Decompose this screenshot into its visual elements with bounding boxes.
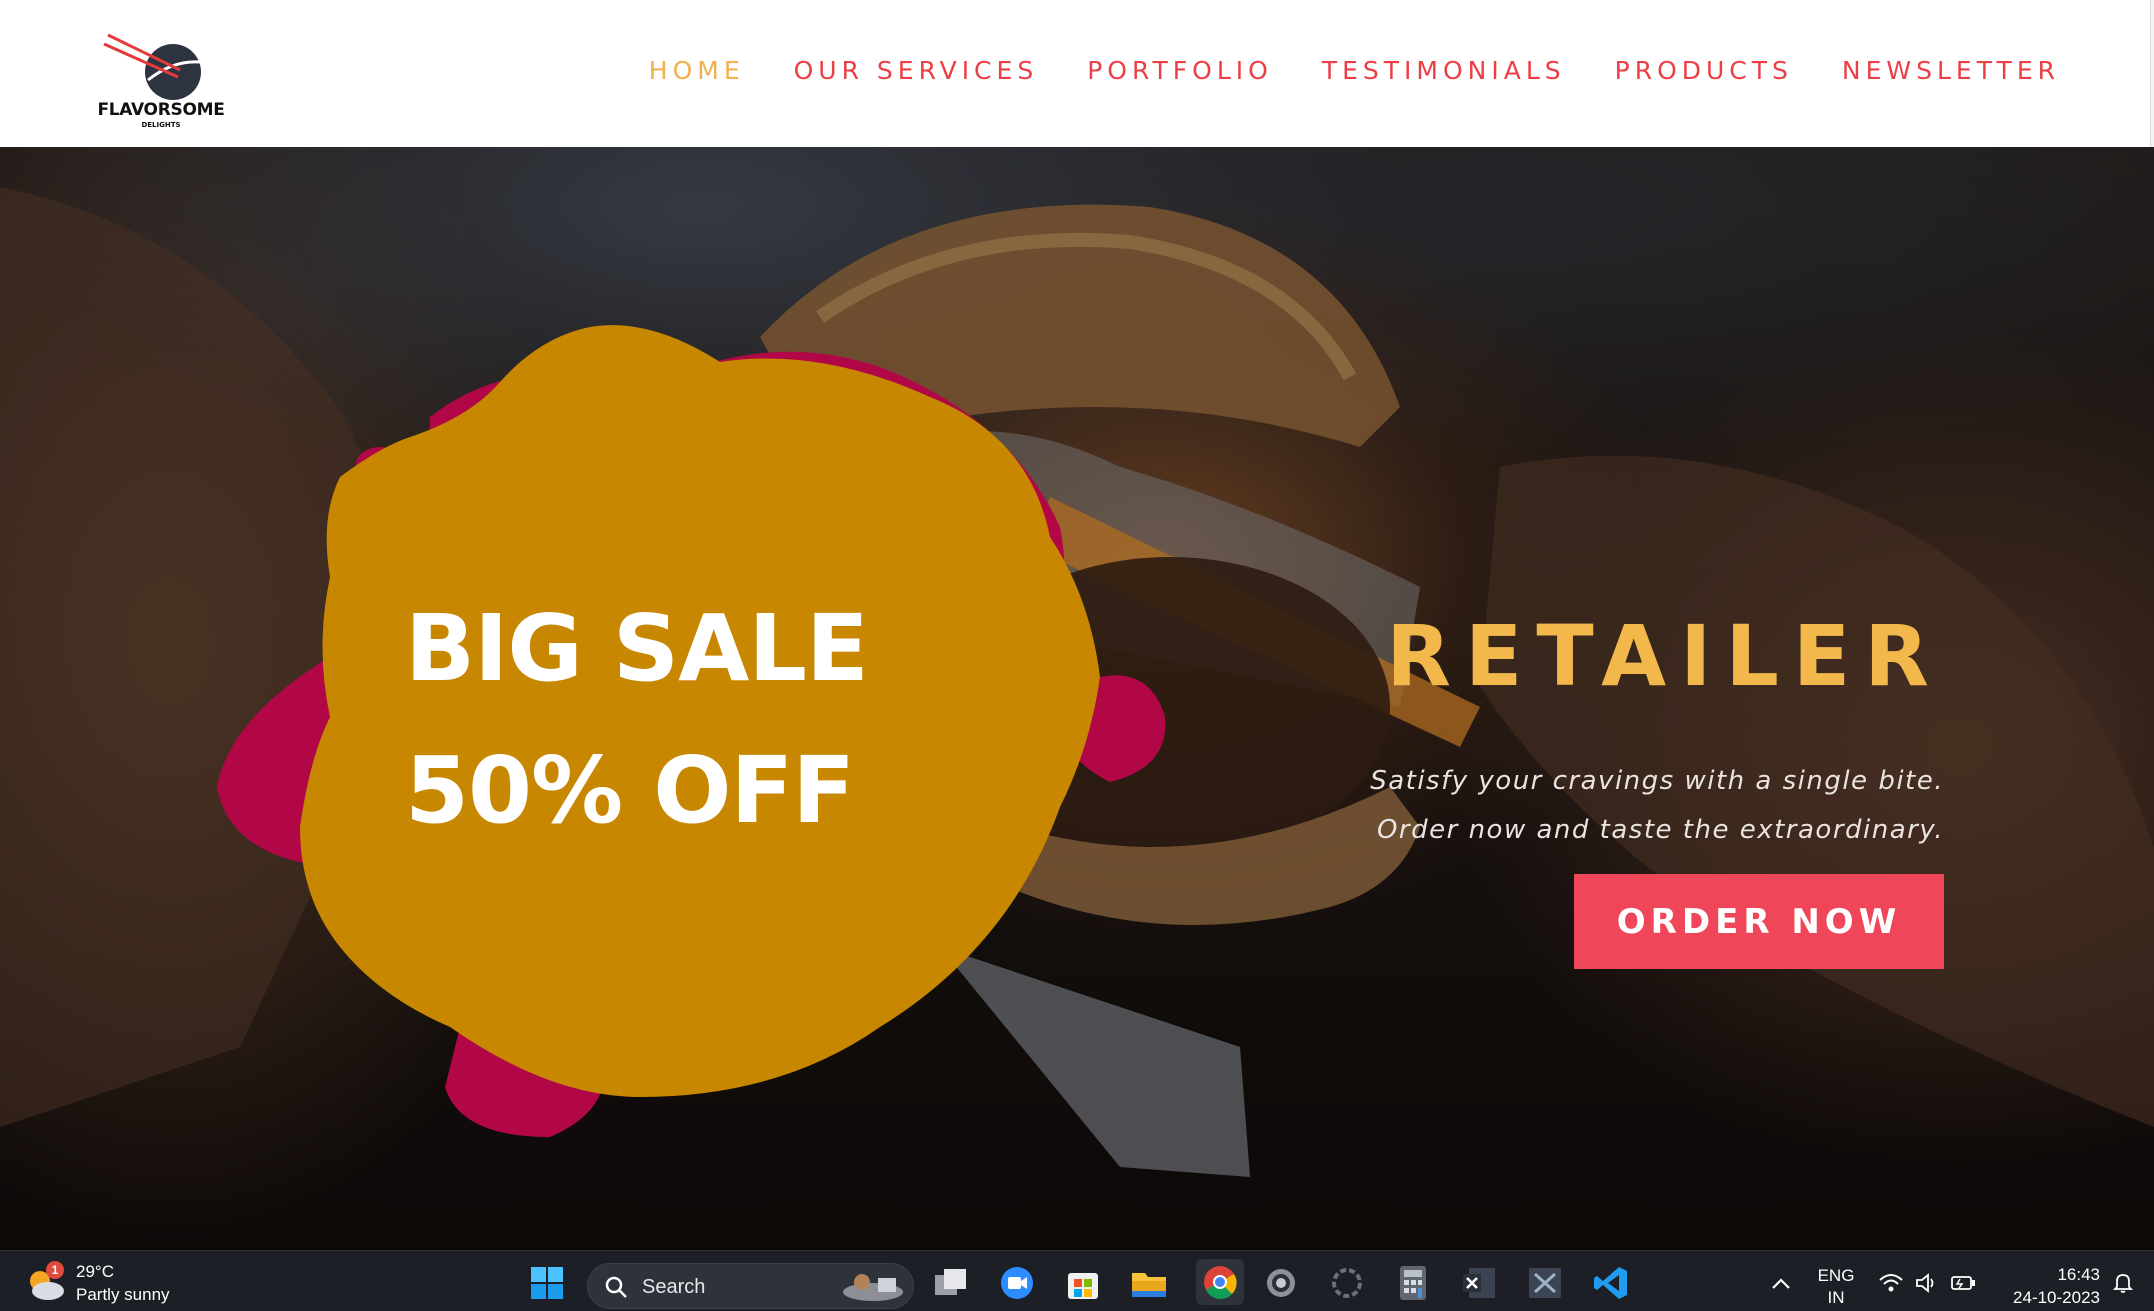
nav-portfolio[interactable]: PORTFOLIO: [1087, 56, 1273, 85]
language-region: IN: [1827, 1288, 1845, 1307]
main-nav: HOME OUR SERVICES PORTFOLIO TESTIMONIALS…: [649, 56, 2060, 85]
hero-title: RETAILER: [1386, 607, 1943, 705]
weather-alert-badge: 1: [46, 1261, 64, 1279]
loading-app-icon[interactable]: [1328, 1265, 1366, 1301]
weather-temperature: 29°C: [76, 1262, 114, 1281]
language-indicator[interactable]: ENG: [1814, 1266, 1858, 1286]
brand-logo[interactable]: FLAVORSOME DELIGHTS: [96, 30, 226, 134]
brand-tagline: DELIGHTS: [141, 121, 181, 129]
hero-section: BIG SALE 50% OFF RETAILER Satisfy your c…: [0, 147, 2154, 1250]
chevron-up-icon[interactable]: [1762, 1265, 1800, 1301]
chrome-icon[interactable]: [1196, 1259, 1244, 1305]
clock-time[interactable]: 16:43: [2000, 1265, 2100, 1285]
search-placeholder: Search: [642, 1276, 706, 1298]
taskbar-search-input[interactable]: Search: [587, 1263, 914, 1309]
nav-our-services[interactable]: OUR SERVICES: [794, 56, 1039, 85]
nav-newsletter[interactable]: NEWSLETTER: [1842, 56, 2060, 85]
zoom-meeting-icon[interactable]: [998, 1265, 1036, 1301]
nav-home[interactable]: HOME: [649, 56, 745, 85]
microsoft-store-icon[interactable]: [1064, 1265, 1102, 1301]
clock-date[interactable]: 24-10-2023: [1985, 1288, 2100, 1308]
search-icon: [605, 1276, 627, 1298]
notification-bell-icon[interactable]: [2106, 1265, 2140, 1301]
windows-taskbar: 1 29°C Partly sunny Search ENG IN 16:43 …: [0, 1250, 2154, 1311]
vscode-icon[interactable]: [1592, 1265, 1630, 1301]
weather-widget[interactable]: 1 29°C Partly sunny: [26, 1261, 186, 1305]
sale-headline: BIG SALE: [405, 595, 869, 702]
order-now-button[interactable]: ORDER NOW: [1574, 874, 1944, 969]
chopsticks-bowl-icon: [103, 33, 201, 100]
site-header: FLAVORSOME DELIGHTS HOME OUR SERVICES PO…: [0, 0, 2150, 147]
battery-icon[interactable]: [1946, 1265, 1980, 1301]
nav-products[interactable]: PRODUCTS: [1615, 56, 1793, 85]
hero-tagline: Satisfy your cravings with a single bite…: [1370, 766, 1944, 845]
calculator-icon[interactable]: [1394, 1265, 1432, 1301]
brand-name: FLAVORSOME: [97, 100, 225, 120]
weather-description: Partly sunny: [76, 1285, 170, 1304]
wifi-icon[interactable]: [1874, 1265, 1908, 1301]
windows-start-icon[interactable]: [528, 1265, 566, 1301]
sale-discount: 50% OFF: [405, 737, 855, 844]
nav-testimonials[interactable]: TESTIMONIALS: [1322, 56, 1566, 85]
excel-icon[interactable]: [1460, 1265, 1498, 1301]
volume-icon[interactable]: [1910, 1265, 1944, 1301]
task-view-icon[interactable]: [932, 1265, 970, 1301]
file-explorer-icon[interactable]: [1130, 1265, 1168, 1301]
settings-icon[interactable]: [1262, 1265, 1300, 1301]
window-scrollbar-edge: [2150, 0, 2154, 147]
snipping-tool-icon[interactable]: [1526, 1265, 1564, 1301]
search-highlight-icon: [843, 1274, 903, 1301]
